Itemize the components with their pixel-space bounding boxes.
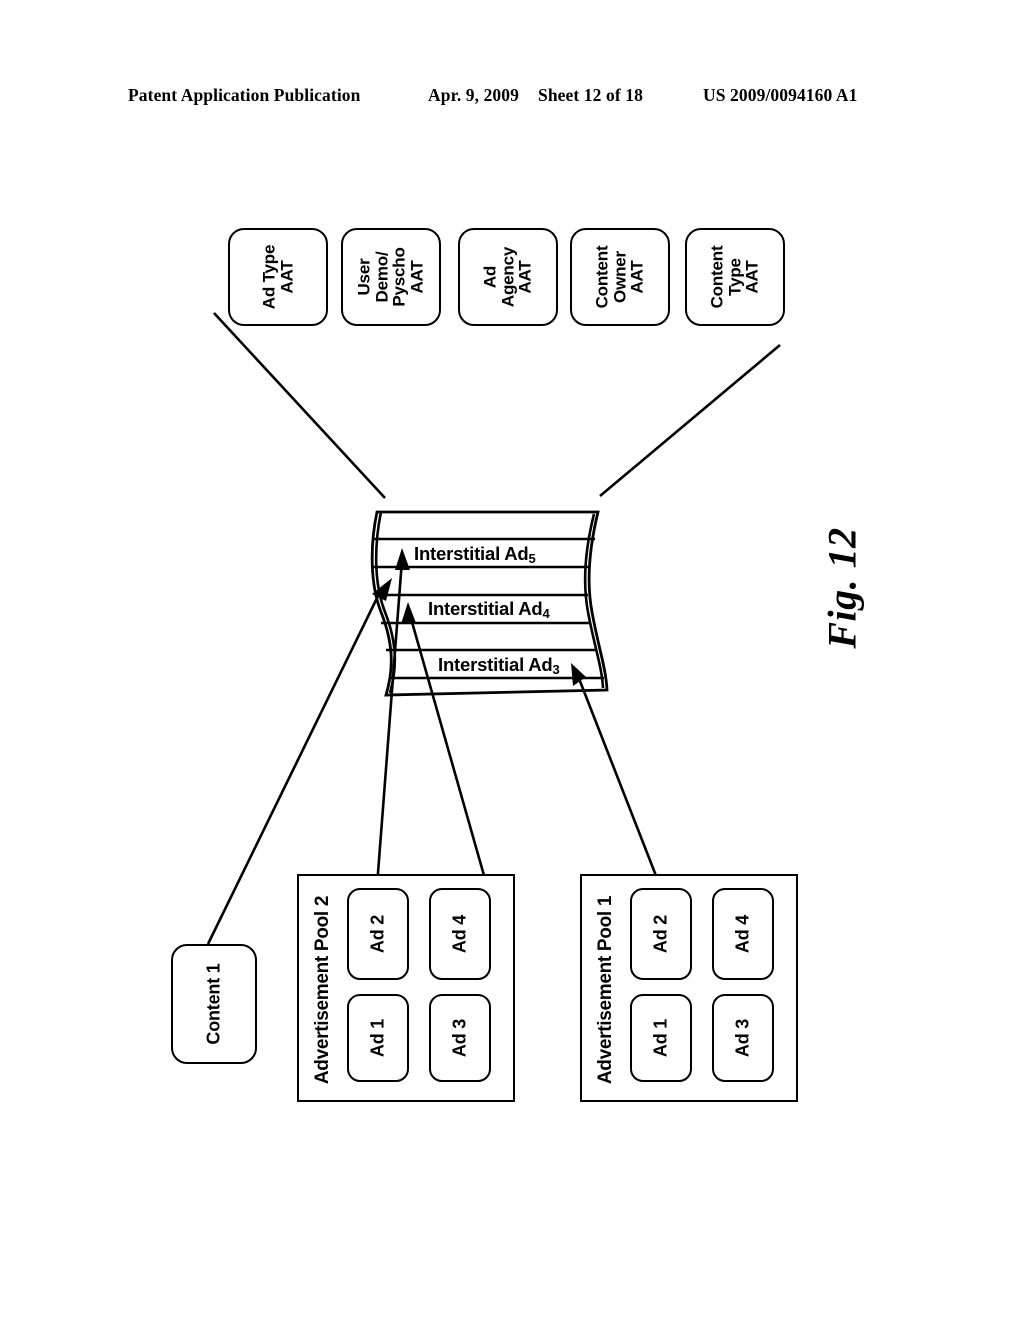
stack-label-3-text: Interstitial Ad [438, 654, 553, 675]
pool-1-ad-1-label: Ad 1 [650, 1018, 671, 1058]
pool-1-ad-2-label: Ad 2 [650, 914, 671, 954]
figure-caption-label: Fig. 12 [819, 527, 865, 649]
aat-box-user-demo-pyscho-label: User Demo/ Pyscho AAT [354, 247, 427, 307]
patent-figure-12: .ln { stroke:#000; stroke-width:2.6; fil… [0, 0, 1024, 1320]
aat-box-content-type-label: Content Type AAT [707, 245, 762, 309]
connector-aat-right-to-stack [599, 344, 781, 497]
stack-label-interstitial-ad-3: Interstitial Ad3 [438, 654, 560, 677]
pool-2-ad-3[interactable]: Ad 3 [429, 994, 491, 1082]
aat-box-ad-type-label: Ad Type AAT [259, 244, 296, 310]
aat-box-content-type[interactable]: Content Type AAT [685, 228, 785, 326]
stack-label-5-text: Interstitial Ad [414, 543, 529, 564]
connector-aat-left-to-stack [213, 312, 386, 499]
pool-1-ad-4[interactable]: Ad 4 [712, 888, 774, 980]
pool-2-ad-1-label: Ad 1 [367, 1018, 388, 1058]
pool-2-ad-4-label: Ad 4 [449, 914, 470, 954]
pool-1-ad-1[interactable]: Ad 1 [630, 994, 692, 1082]
pool-1-ad-4-label: Ad 4 [732, 914, 753, 954]
aat-box-ad-type[interactable]: Ad Type AAT [228, 228, 328, 326]
pool-1-ad-3[interactable]: Ad 3 [712, 994, 774, 1082]
advertisement-pool-1[interactable]: Advertisement Pool 1 Ad 1 Ad 2 Ad 3 Ad 4 [580, 874, 798, 1102]
pool-2-ad-1[interactable]: Ad 1 [347, 994, 409, 1082]
stack-label-3-subscript: 3 [552, 662, 560, 677]
advertisement-pool-1-title: Advertisement Pool 1 [595, 895, 616, 1085]
advertisement-pool-2-title: Advertisement Pool 2 [312, 895, 333, 1085]
content-1-box[interactable]: Content 1 [171, 944, 257, 1064]
pool-1-ad-3-label: Ad 3 [732, 1018, 753, 1058]
content-1-label: Content 1 [203, 963, 224, 1045]
pool-1-ad-2[interactable]: Ad 2 [630, 888, 692, 980]
stack-label-4-text: Interstitial Ad [428, 598, 543, 619]
pool-2-ad-2[interactable]: Ad 2 [347, 888, 409, 980]
pool-2-ad-3-label: Ad 3 [449, 1018, 470, 1058]
aat-box-content-owner[interactable]: Content Owner AAT [570, 228, 670, 326]
aat-box-ad-agency-label: Ad Agency AAT [480, 246, 535, 308]
stack-label-interstitial-ad-4: Interstitial Ad4 [428, 598, 550, 621]
figure-caption: Fig. 12 [812, 527, 872, 649]
arrow-pool1-ad2-to-ad3 [571, 663, 662, 887]
advertisement-pool-2[interactable]: Advertisement Pool 2 Ad 1 Ad 2 Ad 3 Ad 4 [297, 874, 515, 1102]
aat-box-user-demo-pyscho[interactable]: User Demo/ Pyscho AAT [341, 228, 441, 326]
pool-2-ad-4[interactable]: Ad 4 [429, 888, 491, 980]
stack-label-interstitial-ad-5: Interstitial Ad5 [414, 543, 536, 566]
stack-label-4-subscript: 4 [542, 606, 550, 621]
stack-label-5-subscript: 5 [528, 551, 536, 566]
aat-box-content-owner-label: Content Owner AAT [592, 245, 647, 309]
aat-box-ad-agency[interactable]: Ad Agency AAT [458, 228, 558, 326]
pool-2-ad-2-label: Ad 2 [367, 914, 388, 954]
